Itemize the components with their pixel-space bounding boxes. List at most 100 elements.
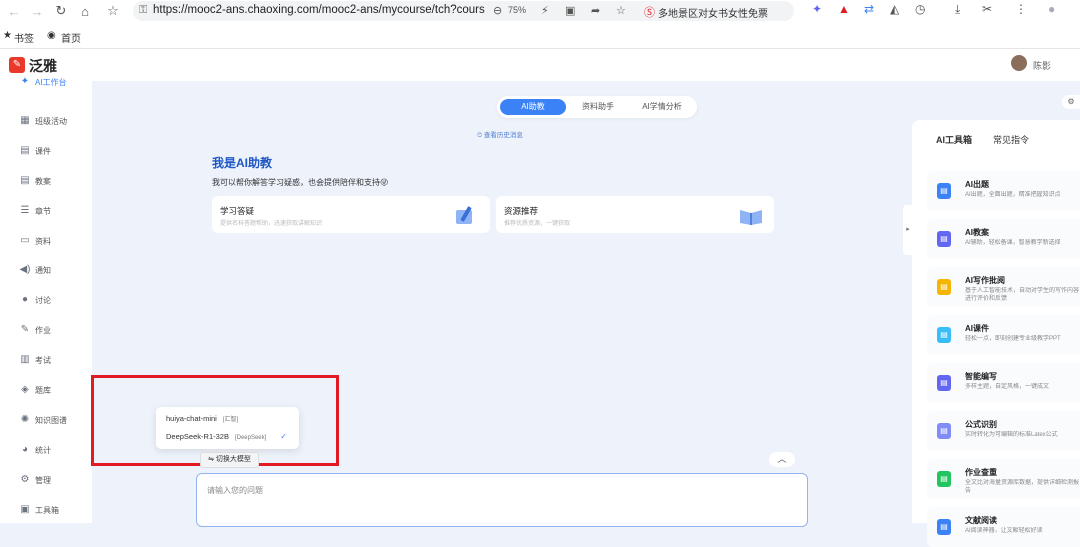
view-history-link[interactable]: ⏲ 查看历史消息 <box>477 129 523 140</box>
ai-icon: ✦ <box>20 76 30 87</box>
tool-desc: 全文比对海量资源库数据，提供详细检测报告 <box>965 480 1080 494</box>
edit-icon: ✎ <box>20 324 30 336</box>
sidebar-item-label: 题库 <box>35 386 51 395</box>
history-icon[interactable]: ◷ <box>915 2 925 16</box>
tool-card[interactable]: ▤ AI课件 轻松一点，即刻创建专业级教学PPT <box>927 315 1080 355</box>
sidebar-item[interactable]: ▥ 考试 <box>0 350 92 370</box>
search-engine-icon[interactable]: Ⓢ <box>644 4 655 20</box>
sidebar-item[interactable]: ▣ 工具箱 <box>0 500 92 520</box>
share-icon[interactable]: ➦ <box>591 4 600 17</box>
tool-card[interactable]: ▤ 智能编写 多样主题，自定风格，一键成文 <box>927 363 1080 403</box>
tool-title: 智能编写 <box>965 372 997 381</box>
avatar[interactable] <box>1011 55 1027 71</box>
tool-desc: AI出题，全面出题，精准把握知识点 <box>965 192 1061 198</box>
menu-icon[interactable]: ⋮ <box>1015 2 1027 16</box>
tab-ai-assistant[interactable]: AI助教 <box>500 99 566 115</box>
tool-desc: 基于人工智能技术，自动对学生的写作内容进行评价和反馈 <box>965 288 1080 302</box>
logo-icon: ✎ <box>9 57 25 73</box>
user-name[interactable]: 陈影 <box>1033 59 1051 72</box>
pencil-book-icon <box>456 206 472 224</box>
screenshot-icon[interactable]: ✂ <box>982 2 992 16</box>
sidebar-item[interactable]: ▦ 班级活动 <box>0 111 92 131</box>
bookmark-label[interactable]: 书签 <box>14 30 34 45</box>
collapse-up-button[interactable]: ︿ <box>769 452 795 467</box>
zoom-level[interactable]: 75% <box>508 5 526 15</box>
chevron-up-icon: ︿ <box>777 454 787 464</box>
tab-common-commands[interactable]: 常见指令 <box>993 133 1029 146</box>
home-icon[interactable]: ⌂ <box>76 2 94 20</box>
tool-title: AI教案 <box>965 228 989 237</box>
profile-icon[interactable]: ● <box>1048 2 1055 16</box>
tool-card[interactable]: ▤ 作业查重 全文比对海量资源库数据，提供详细检测报告 <box>927 459 1080 499</box>
sidebar-item[interactable]: ◀) 通知 <box>0 260 92 280</box>
model-tag: [DeepSeek] <box>234 435 267 441</box>
forward-icon[interactable]: → <box>28 2 46 20</box>
tool-desc: 轻松一点，即刻创建专业级教学PPT <box>965 336 1061 342</box>
sidebar-item[interactable]: ✦ AI工作台 <box>0 72 92 92</box>
extension-translate-icon[interactable]: ⇄ <box>864 2 874 16</box>
star-icon[interactable]: ☆ <box>104 2 122 20</box>
download-icon[interactable]: ⤓ <box>955 2 960 17</box>
model-option[interactable]: huiya-chat-mini [汇智] <box>166 414 238 423</box>
tool-card[interactable]: ▤ AI写作批阅 基于人工智能技术，自动对学生的写作内容进行评价和反馈 <box>927 267 1080 307</box>
tab-learning-analysis[interactable]: AI学情分析 <box>630 99 694 115</box>
back-icon[interactable]: ← <box>5 2 23 20</box>
trending-text[interactable]: 多地景区对女书女性免票 <box>658 5 790 20</box>
sidebar-item[interactable]: ⚙ 管理 <box>0 470 92 490</box>
sidebar-item[interactable]: ◕ 统计 <box>0 440 92 460</box>
extension-ai-icon[interactable]: ✦ <box>812 2 822 16</box>
favorite-icon[interactable]: ☆ <box>616 4 626 17</box>
check-icon: ✓ <box>280 432 287 441</box>
switch-model-button[interactable]: ⇋ 切换大模型 <box>200 452 259 468</box>
browser-chrome: ← → ↻ ⌂ ☆ ⚿ https://mooc2-ans.chaoxing.c… <box>0 0 1080 48</box>
card-study-qa[interactable]: 学习答疑 提供名科答题帮助，迅速获取讲解知识 <box>212 196 490 233</box>
pie-icon: ◕ <box>21 443 29 455</box>
switch-label: 切换大模型 <box>215 456 251 463</box>
sidebar-item[interactable]: ● 讨论 <box>0 290 92 310</box>
sidebar-item-label: 作业 <box>35 326 51 336</box>
switch-icon: ⇋ <box>208 456 216 463</box>
tool-icon: ▤ <box>937 519 951 535</box>
reload-icon[interactable]: ↻ <box>52 2 70 20</box>
tool-card[interactable]: ▤ AI出题 AI出题，全面出题，精准把握知识点 <box>927 171 1080 211</box>
list-icon: ☰ <box>20 204 30 216</box>
tool-card[interactable]: ▤ 文献阅读 AI阅读神器，让文献轻松好读 <box>927 507 1080 547</box>
extension-clean-icon[interactable]: ◭ <box>890 2 899 16</box>
sidebar-item[interactable]: ◈ 题库 <box>0 380 92 400</box>
tab-material-assistant[interactable]: 资料助手 <box>567 99 629 115</box>
sidebar-item[interactable]: ▭ 资料 <box>0 231 92 251</box>
sidebar-item-label: 章节 <box>35 206 51 216</box>
tool-icon: ▤ <box>937 231 951 247</box>
tool-icon: ▤ <box>937 423 951 439</box>
question-input[interactable]: 请输入您的问题 <box>196 473 808 527</box>
bolt-icon[interactable]: ⚡ <box>541 4 549 17</box>
tool-icon: ▤ <box>937 279 951 295</box>
tab-ai-toolbox[interactable]: AI工具箱 <box>936 133 972 146</box>
tool-card[interactable]: ▤ AI教案 AI辅助，轻松备课，智慧教学新选择 <box>927 219 1080 259</box>
reader-icon[interactable]: ▣ <box>565 4 575 17</box>
sidebar-item-label: 统计 <box>35 445 51 455</box>
model-option-selected[interactable]: DeepSeek-R1-32B [DeepSeek] <box>166 432 266 441</box>
sidebar-item[interactable]: ▤ 教案 <box>0 171 92 191</box>
bookmark-home[interactable]: 首页 <box>61 30 81 45</box>
tool-title: 公式识别 <box>965 420 997 429</box>
sidebar-item-label: 课件 <box>35 146 51 156</box>
sidebar-item[interactable]: ✎ 作业 <box>0 320 92 340</box>
card-resource-recommend[interactable]: 资源推荐 推荐优质资源，一键获取 <box>496 196 774 233</box>
sidebar-item-label: 教案 <box>35 176 51 186</box>
address-bar[interactable]: ⚿ https://mooc2-ans.chaoxing.com/mooc2-a… <box>133 1 794 21</box>
sidebar-item[interactable]: ▤ 课件 <box>0 141 92 161</box>
gear-icon: ⚙ <box>20 473 30 485</box>
sidebar-item-label: AI工作台 <box>35 78 67 87</box>
sidebar-item-label: 工具箱 <box>35 505 59 515</box>
site-info-icon[interactable]: ⚿ <box>139 4 147 17</box>
tool-desc: AI阅读神器，让文献轻松好读 <box>965 528 1043 534</box>
extension-pdf-icon[interactable]: ▲ <box>838 2 850 16</box>
tool-card[interactable]: ▤ 公式识别 实时转化为可编辑的标准Latex公式 <box>927 411 1080 451</box>
sidebar-item-label: 班级活动 <box>35 116 67 126</box>
sidebar-item[interactable]: ✺ 知识图谱 <box>0 410 92 430</box>
page-title: 我是AI助教 <box>212 156 273 170</box>
sidebar-item[interactable]: ☰ 章节 <box>0 201 92 221</box>
settings-icon[interactable]: ⚙ <box>1062 95 1080 109</box>
layers-icon: ◈ <box>21 384 29 395</box>
